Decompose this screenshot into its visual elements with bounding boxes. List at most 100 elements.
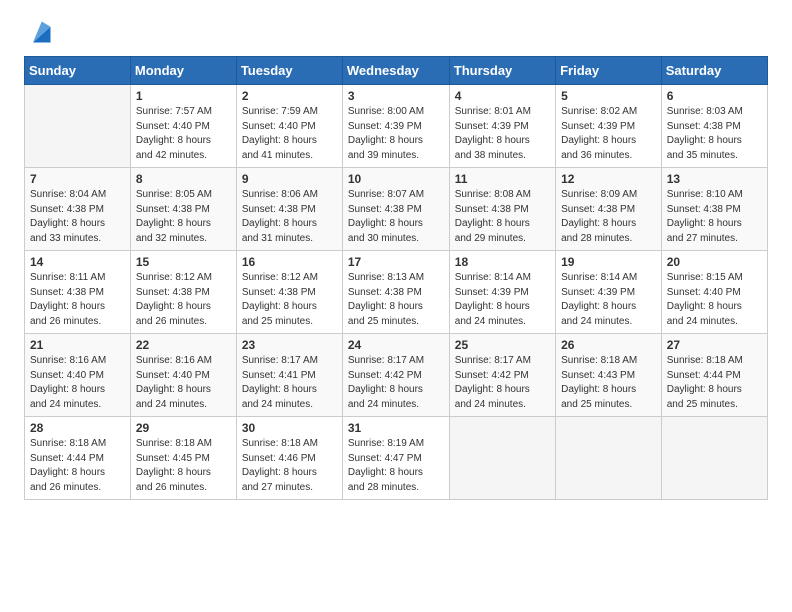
cell-content: Sunrise: 8:03 AMSunset: 4:38 PMDaylight:… [667, 105, 762, 163]
day-number: 24 [348, 338, 444, 352]
day-number: 14 [30, 255, 125, 269]
calendar-cell: 9 Sunrise: 8:06 AMSunset: 4:38 PMDaylight… [236, 168, 342, 251]
cell-content: Sunrise: 8:17 AMSunset: 4:42 PMDaylight:… [455, 354, 550, 412]
calendar-cell: 14 Sunrise: 8:11 AMSunset: 4:38 PMDayligh… [25, 251, 131, 334]
cell-content: Sunrise: 8:18 AMSunset: 4:44 PMDaylight:… [30, 437, 125, 495]
day-number: 16 [242, 255, 337, 269]
cell-content: Sunrise: 8:17 AMSunset: 4:41 PMDaylight:… [242, 354, 337, 412]
day-number: 13 [667, 172, 762, 186]
cell-content: Sunrise: 8:02 AMSunset: 4:39 PMDaylight:… [561, 105, 656, 163]
day-number: 20 [667, 255, 762, 269]
day-number: 28 [30, 421, 125, 435]
day-number: 22 [136, 338, 231, 352]
calendar-cell: 26 Sunrise: 8:18 AMSunset: 4:43 PMDayligh… [556, 334, 662, 417]
day-number: 15 [136, 255, 231, 269]
day-number: 12 [561, 172, 656, 186]
calendar-cell: 18 Sunrise: 8:14 AMSunset: 4:39 PMDayligh… [449, 251, 555, 334]
day-number: 23 [242, 338, 337, 352]
weekday-header-monday: Monday [130, 57, 236, 85]
weekday-header-row: SundayMondayTuesdayWednesdayThursdayFrid… [25, 57, 768, 85]
calendar-cell: 23 Sunrise: 8:17 AMSunset: 4:41 PMDayligh… [236, 334, 342, 417]
week-row-5: 28 Sunrise: 8:18 AMSunset: 4:44 PMDayligh… [25, 417, 768, 500]
week-row-1: 1Sunrise: 7:57 AMSunset: 4:40 PMDaylight… [25, 85, 768, 168]
cell-content: Sunrise: 8:16 AMSunset: 4:40 PMDaylight:… [30, 354, 125, 412]
cell-content: Sunrise: 8:07 AMSunset: 4:38 PMDaylight:… [348, 188, 444, 246]
cell-content: Sunrise: 8:18 AMSunset: 4:45 PMDaylight:… [136, 437, 231, 495]
calendar-cell: 15 Sunrise: 8:12 AMSunset: 4:38 PMDayligh… [130, 251, 236, 334]
calendar-cell: 10 Sunrise: 8:07 AMSunset: 4:38 PMDayligh… [342, 168, 449, 251]
calendar-cell: 6Sunrise: 8:03 AMSunset: 4:38 PMDaylight… [661, 85, 767, 168]
calendar-cell: 31 Sunrise: 8:19 AMSunset: 4:47 PMDayligh… [342, 417, 449, 500]
cell-content: Sunrise: 8:11 AMSunset: 4:38 PMDaylight:… [30, 271, 125, 329]
day-number: 18 [455, 255, 550, 269]
calendar-cell: 30 Sunrise: 8:18 AMSunset: 4:46 PMDayligh… [236, 417, 342, 500]
cell-content: Sunrise: 8:18 AMSunset: 4:46 PMDaylight:… [242, 437, 337, 495]
calendar-cell: 24Sunrise: 8:17 AMSunset: 4:42 PMDayligh… [342, 334, 449, 417]
cell-content: Sunrise: 8:19 AMSunset: 4:47 PMDaylight:… [348, 437, 444, 495]
cell-content: Sunrise: 8:09 AMSunset: 4:38 PMDaylight:… [561, 188, 656, 246]
weekday-header-thursday: Thursday [449, 57, 555, 85]
day-number: 17 [348, 255, 444, 269]
day-number: 31 [348, 421, 444, 435]
day-number: 11 [455, 172, 550, 186]
page: SundayMondayTuesdayWednesdayThursdayFrid… [0, 0, 792, 612]
header [24, 18, 768, 46]
calendar-cell: 25Sunrise: 8:17 AMSunset: 4:42 PMDayligh… [449, 334, 555, 417]
week-row-4: 21 Sunrise: 8:16 AMSunset: 4:40 PMDayligh… [25, 334, 768, 417]
weekday-header-friday: Friday [556, 57, 662, 85]
weekday-header-tuesday: Tuesday [236, 57, 342, 85]
cell-content: Sunrise: 8:18 AMSunset: 4:43 PMDaylight:… [561, 354, 656, 412]
day-number: 2 [242, 89, 337, 103]
day-number: 10 [348, 172, 444, 186]
calendar-cell: 4 Sunrise: 8:01 AMSunset: 4:39 PMDaylight… [449, 85, 555, 168]
day-number: 26 [561, 338, 656, 352]
calendar-cell [556, 417, 662, 500]
weekday-header-saturday: Saturday [661, 57, 767, 85]
week-row-2: 7Sunrise: 8:04 AMSunset: 4:38 PMDaylight… [25, 168, 768, 251]
day-number: 9 [242, 172, 337, 186]
cell-content: Sunrise: 8:15 AMSunset: 4:40 PMDaylight:… [667, 271, 762, 329]
calendar-cell: 12 Sunrise: 8:09 AMSunset: 4:38 PMDayligh… [556, 168, 662, 251]
calendar-cell: 2 Sunrise: 7:59 AMSunset: 4:40 PMDaylight… [236, 85, 342, 168]
calendar-cell: 16 Sunrise: 8:12 AMSunset: 4:38 PMDayligh… [236, 251, 342, 334]
day-number: 3 [348, 89, 444, 103]
cell-content: Sunrise: 8:12 AMSunset: 4:38 PMDaylight:… [242, 271, 337, 329]
cell-content: Sunrise: 8:16 AMSunset: 4:40 PMDaylight:… [136, 354, 231, 412]
cell-content: Sunrise: 8:10 AMSunset: 4:38 PMDaylight:… [667, 188, 762, 246]
calendar-table: SundayMondayTuesdayWednesdayThursdayFrid… [24, 56, 768, 500]
calendar-cell [449, 417, 555, 500]
day-number: 8 [136, 172, 231, 186]
cell-content: Sunrise: 8:14 AMSunset: 4:39 PMDaylight:… [561, 271, 656, 329]
calendar-cell: 29Sunrise: 8:18 AMSunset: 4:45 PMDayligh… [130, 417, 236, 500]
calendar-cell: 5 Sunrise: 8:02 AMSunset: 4:39 PMDaylight… [556, 85, 662, 168]
calendar-cell: 11 Sunrise: 8:08 AMSunset: 4:38 PMDayligh… [449, 168, 555, 251]
cell-content: Sunrise: 8:12 AMSunset: 4:38 PMDaylight:… [136, 271, 231, 329]
calendar-cell: 20 Sunrise: 8:15 AMSunset: 4:40 PMDayligh… [661, 251, 767, 334]
day-number: 1 [136, 89, 231, 103]
day-number: 30 [242, 421, 337, 435]
calendar-cell: 22 Sunrise: 8:16 AMSunset: 4:40 PMDayligh… [130, 334, 236, 417]
calendar-cell: 3 Sunrise: 8:00 AMSunset: 4:39 PMDaylight… [342, 85, 449, 168]
calendar-cell: 7Sunrise: 8:04 AMSunset: 4:38 PMDaylight… [25, 168, 131, 251]
cell-content: Sunrise: 8:14 AMSunset: 4:39 PMDaylight:… [455, 271, 550, 329]
cell-content: Sunrise: 8:00 AMSunset: 4:39 PMDaylight:… [348, 105, 444, 163]
day-number: 5 [561, 89, 656, 103]
cell-content: Sunrise: 8:13 AMSunset: 4:38 PMDaylight:… [348, 271, 444, 329]
logo-icon [26, 18, 54, 46]
calendar-cell: 19Sunrise: 8:14 AMSunset: 4:39 PMDayligh… [556, 251, 662, 334]
cell-content: Sunrise: 8:18 AMSunset: 4:44 PMDaylight:… [667, 354, 762, 412]
cell-content: Sunrise: 7:59 AMSunset: 4:40 PMDaylight:… [242, 105, 337, 163]
calendar-cell: 17 Sunrise: 8:13 AMSunset: 4:38 PMDayligh… [342, 251, 449, 334]
cell-content: Sunrise: 8:04 AMSunset: 4:38 PMDaylight:… [30, 188, 125, 246]
calendar-cell: 8Sunrise: 8:05 AMSunset: 4:38 PMDaylight… [130, 168, 236, 251]
day-number: 27 [667, 338, 762, 352]
calendar-cell: 27 Sunrise: 8:18 AMSunset: 4:44 PMDayligh… [661, 334, 767, 417]
day-number: 21 [30, 338, 125, 352]
cell-content: Sunrise: 8:06 AMSunset: 4:38 PMDaylight:… [242, 188, 337, 246]
cell-content: Sunrise: 8:08 AMSunset: 4:38 PMDaylight:… [455, 188, 550, 246]
calendar-cell: 21 Sunrise: 8:16 AMSunset: 4:40 PMDayligh… [25, 334, 131, 417]
cell-content: Sunrise: 8:01 AMSunset: 4:39 PMDaylight:… [455, 105, 550, 163]
day-number: 4 [455, 89, 550, 103]
calendar-cell: 1Sunrise: 7:57 AMSunset: 4:40 PMDaylight… [130, 85, 236, 168]
calendar-cell [661, 417, 767, 500]
